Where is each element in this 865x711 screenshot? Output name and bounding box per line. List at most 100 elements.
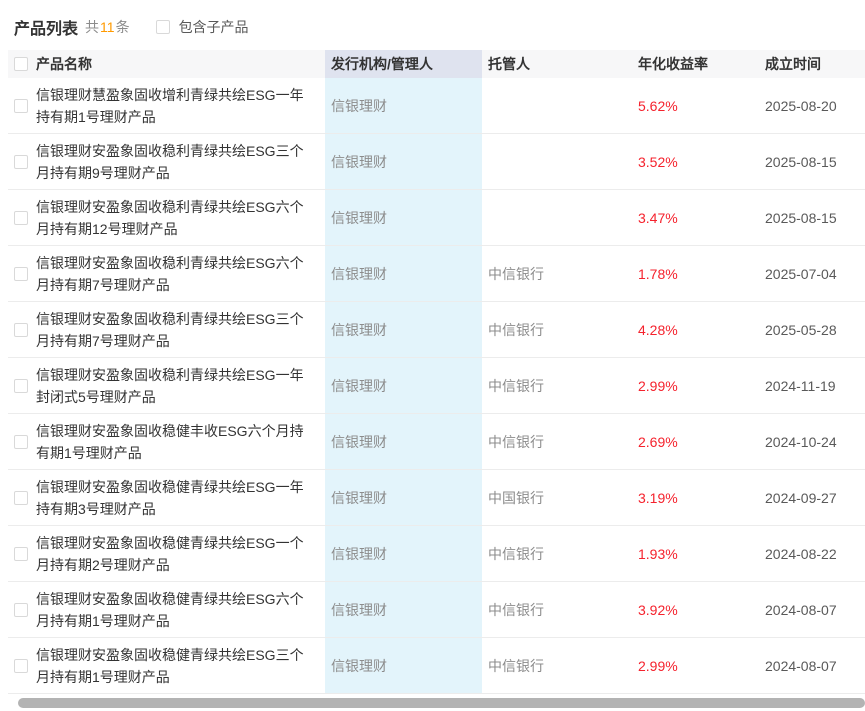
issuer-cell: 信银理财 — [325, 190, 482, 245]
table-body: 信银理财慧盈象固收增利青绿共绘ESG一年持有期1号理财产品 信银理财 5.62%… — [8, 78, 865, 694]
row-check-cell — [14, 323, 36, 337]
date-cell: 2024-11-19 — [765, 378, 865, 394]
table-row[interactable]: 信银理财安盈象固收稳健青绿共绘ESG六个月持有期1号理财产品 信银理财 中信银行… — [8, 582, 865, 638]
rate-cell: 1.78% — [638, 266, 765, 282]
date-cell: 2024-09-27 — [765, 490, 865, 506]
row-checkbox[interactable] — [14, 603, 28, 617]
custodian-cell: 中信银行 — [482, 320, 638, 340]
table-row[interactable]: 信银理财安盈象固收稳健青绿共绘ESG一个月持有期2号理财产品 信银理财 中信银行… — [8, 526, 865, 582]
table-row[interactable]: 信银理财慧盈象固收增利青绿共绘ESG一年持有期1号理财产品 信银理财 5.62%… — [8, 78, 865, 134]
date-cell: 2024-08-07 — [765, 602, 865, 618]
title-bar: 产品列表 共11条 包含子产品 — [8, 14, 865, 40]
row-check-cell — [14, 659, 36, 673]
row-check-cell — [14, 379, 36, 393]
row-check-cell — [14, 603, 36, 617]
product-name: 信银理财安盈象固收稳利青绿共绘ESG三个月持有期7号理财产品 — [36, 308, 325, 352]
rate-cell: 3.47% — [638, 210, 765, 226]
count-prefix: 共 — [85, 19, 99, 35]
rate-cell: 3.19% — [638, 490, 765, 506]
product-table: 产品名称 发行机构/管理人 托管人 年化收益率 成立时间 信银理财慧盈象固收增利… — [8, 50, 865, 694]
row-check-cell — [14, 267, 36, 281]
column-header-date: 成立时间 — [765, 54, 865, 74]
table-row[interactable]: 信银理财安盈象固收稳健丰收ESG六个月持有期1号理财产品 信银理财 中信银行 2… — [8, 414, 865, 470]
total-count: 共11条 — [85, 17, 130, 37]
custodian-cell: 中国银行 — [482, 488, 638, 508]
issuer-cell: 信银理财 — [325, 638, 482, 693]
row-checkbox[interactable] — [14, 323, 28, 337]
rate-cell: 4.28% — [638, 322, 765, 338]
row-check-cell — [14, 435, 36, 449]
rate-cell: 3.92% — [638, 602, 765, 618]
column-header-custodian: 托管人 — [482, 54, 638, 74]
row-checkbox[interactable] — [14, 659, 28, 673]
rate-cell: 3.52% — [638, 154, 765, 170]
count-suffix: 条 — [116, 19, 130, 35]
table-row[interactable]: 信银理财安盈象固收稳利青绿共绘ESG三个月持有期7号理财产品 信银理财 中信银行… — [8, 302, 865, 358]
row-checkbox[interactable] — [14, 491, 28, 505]
issuer-cell: 信银理财 — [325, 78, 482, 133]
custodian-cell: 中信银行 — [482, 376, 638, 396]
date-cell: 2024-08-22 — [765, 546, 865, 562]
horizontal-scrollbar[interactable] — [18, 698, 865, 708]
issuer-cell: 信银理财 — [325, 358, 482, 413]
row-checkbox[interactable] — [14, 379, 28, 393]
date-cell: 2025-08-15 — [765, 154, 865, 170]
table-row[interactable]: 信银理财安盈象固收稳健青绿共绘ESG三个月持有期1号理财产品 信银理财 中信银行… — [8, 638, 865, 694]
table-row[interactable]: 信银理财安盈象固收稳利青绿共绘ESG一年封闭式5号理财产品 信银理财 中信银行 … — [8, 358, 865, 414]
select-all-checkbox[interactable] — [14, 57, 28, 71]
product-name: 信银理财安盈象固收稳利青绿共绘ESG六个月持有期7号理财产品 — [36, 252, 325, 296]
date-cell: 2024-08-07 — [765, 658, 865, 674]
table-row[interactable]: 信银理财安盈象固收稳利青绿共绘ESG三个月持有期9号理财产品 信银理财 3.52… — [8, 134, 865, 190]
issuer-cell: 信银理财 — [325, 246, 482, 301]
row-check-cell — [14, 99, 36, 113]
product-name: 信银理财安盈象固收稳利青绿共绘ESG一年封闭式5号理财产品 — [36, 364, 325, 408]
custodian-cell: 中信银行 — [482, 656, 638, 676]
product-name: 信银理财安盈象固收稳利青绿共绘ESG三个月持有期9号理财产品 — [36, 140, 325, 184]
row-checkbox[interactable] — [14, 211, 28, 225]
date-cell: 2025-08-15 — [765, 210, 865, 226]
include-subproducts-toggle[interactable]: 包含子产品 — [156, 17, 249, 37]
page-title: 产品列表 — [14, 15, 78, 39]
rate-cell: 2.69% — [638, 434, 765, 450]
row-checkbox[interactable] — [14, 267, 28, 281]
date-cell: 2025-08-20 — [765, 98, 865, 114]
table-row[interactable]: 信银理财安盈象固收稳利青绿共绘ESG六个月持有期7号理财产品 信银理财 中信银行… — [8, 246, 865, 302]
product-name: 信银理财安盈象固收稳利青绿共绘ESG六个月持有期12号理财产品 — [36, 196, 325, 240]
custodian-cell: 中信银行 — [482, 544, 638, 564]
product-name: 信银理财慧盈象固收增利青绿共绘ESG一年持有期1号理财产品 — [36, 84, 325, 128]
issuer-cell: 信银理财 — [325, 414, 482, 469]
rate-cell: 1.93% — [638, 546, 765, 562]
row-checkbox[interactable] — [14, 547, 28, 561]
issuer-cell: 信银理财 — [325, 302, 482, 357]
row-checkbox[interactable] — [14, 435, 28, 449]
issuer-cell: 信银理财 — [325, 134, 482, 189]
table-header-row: 产品名称 发行机构/管理人 托管人 年化收益率 成立时间 — [8, 50, 865, 78]
row-check-cell — [14, 211, 36, 225]
header-check-cell — [14, 57, 36, 71]
product-list-page: 产品列表 共11条 包含子产品 产品名称 发行机构/管理人 托管人 年化收益率 … — [0, 0, 865, 708]
issuer-cell: 信银理财 — [325, 526, 482, 581]
include-subproducts-checkbox-icon[interactable] — [156, 20, 170, 34]
column-header-issuer: 发行机构/管理人 — [325, 50, 482, 78]
product-name: 信银理财安盈象固收稳健青绿共绘ESG三个月持有期1号理财产品 — [36, 644, 325, 688]
column-header-name: 产品名称 — [36, 54, 325, 74]
table-row[interactable]: 信银理财安盈象固收稳利青绿共绘ESG六个月持有期12号理财产品 信银理财 3.4… — [8, 190, 865, 246]
row-check-cell — [14, 491, 36, 505]
issuer-cell: 信银理财 — [325, 470, 482, 525]
date-cell: 2024-10-24 — [765, 434, 865, 450]
table-row[interactable]: 信银理财安盈象固收稳健青绿共绘ESG一年持有期3号理财产品 信银理财 中国银行 … — [8, 470, 865, 526]
product-name: 信银理财安盈象固收稳健青绿共绘ESG六个月持有期1号理财产品 — [36, 588, 325, 632]
count-number: 11 — [100, 19, 115, 35]
product-name: 信银理财安盈象固收稳健丰收ESG六个月持有期1号理财产品 — [36, 420, 325, 464]
row-checkbox[interactable] — [14, 99, 28, 113]
product-name: 信银理财安盈象固收稳健青绿共绘ESG一个月持有期2号理财产品 — [36, 532, 325, 576]
product-name: 信银理财安盈象固收稳健青绿共绘ESG一年持有期3号理财产品 — [36, 476, 325, 520]
custodian-cell: 中信银行 — [482, 600, 638, 620]
row-checkbox[interactable] — [14, 155, 28, 169]
column-header-rate: 年化收益率 — [638, 54, 765, 74]
include-subproducts-label: 包含子产品 — [179, 17, 249, 37]
row-check-cell — [14, 547, 36, 561]
row-check-cell — [14, 155, 36, 169]
date-cell: 2025-07-04 — [765, 266, 865, 282]
date-cell: 2025-05-28 — [765, 322, 865, 338]
